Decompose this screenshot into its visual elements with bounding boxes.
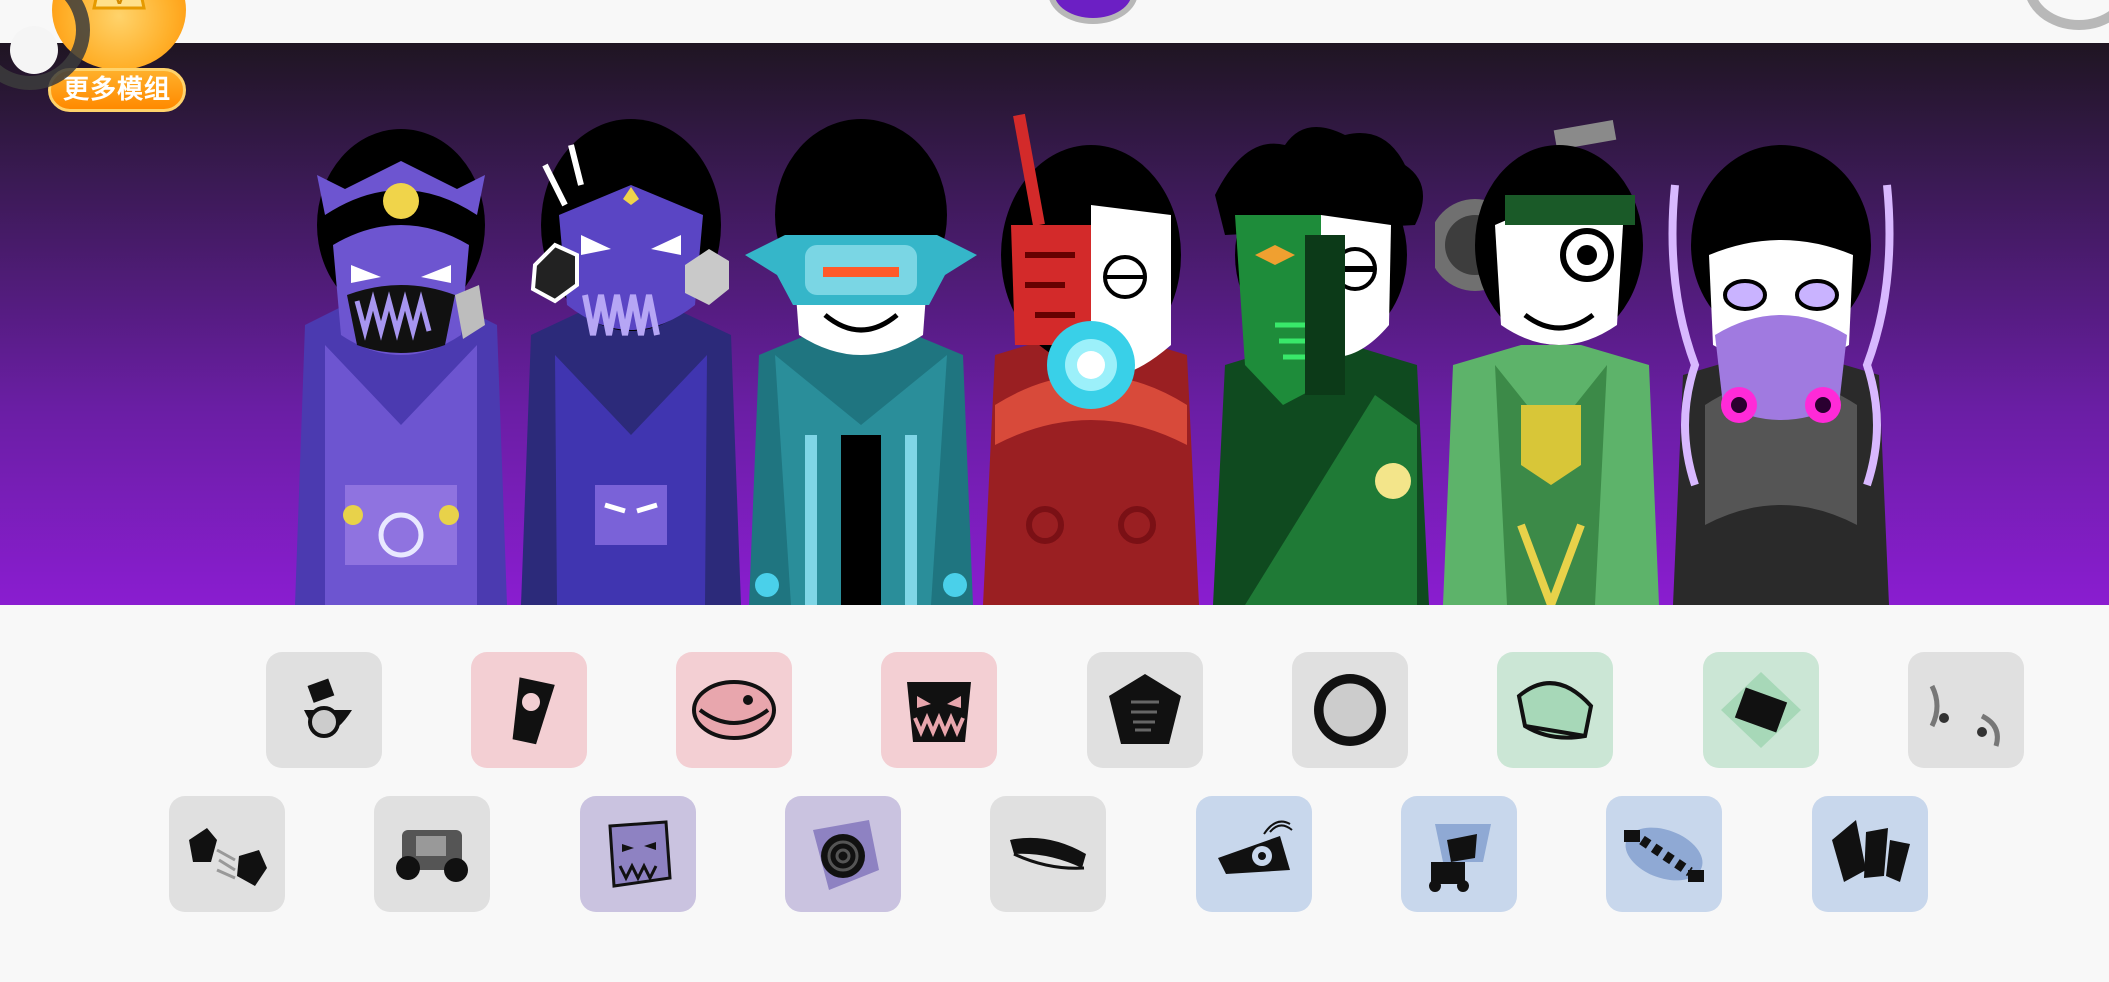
- play-knob[interactable]: [1048, 0, 1138, 24]
- fx-sun-icon[interactable]: [1292, 652, 1408, 768]
- beats-cup-icon[interactable]: [471, 652, 587, 768]
- voice-eye-icon[interactable]: [1196, 796, 1312, 912]
- gray-ghost-singer[interactable]: [1665, 105, 1897, 605]
- green-mask-singer[interactable]: [1205, 105, 1437, 605]
- voice-spiral-icon[interactable]: [785, 796, 901, 912]
- beats-ring-icon[interactable]: [266, 652, 382, 768]
- melody-leaf-icon[interactable]: [1497, 652, 1613, 768]
- melody-swirl-icon[interactable]: [1908, 652, 2024, 768]
- svg-text:V: V: [114, 0, 125, 8]
- green-gear-singer[interactable]: [1435, 105, 1667, 605]
- voice-chain-icon[interactable]: [1606, 796, 1722, 912]
- toggle-knob[interactable]: [10, 26, 58, 74]
- menu-ring[interactable]: [2024, 0, 2109, 30]
- effects-machine-icon[interactable]: [374, 796, 490, 912]
- top-bar: [0, 0, 2109, 43]
- voice-mustache-icon[interactable]: [990, 796, 1106, 912]
- fx-pentagon-icon[interactable]: [1087, 652, 1203, 768]
- voice-skull-icon[interactable]: [580, 796, 696, 912]
- violet-demon-mask-singer[interactable]: [515, 105, 747, 605]
- beats-teeth-icon[interactable]: [881, 652, 997, 768]
- voice-periscope-icon[interactable]: [1401, 796, 1517, 912]
- effects-hexes-icon[interactable]: [169, 796, 285, 912]
- beats-oval-icon[interactable]: [676, 652, 792, 768]
- character-stage: [0, 43, 2109, 605]
- voice-shards-icon[interactable]: [1812, 796, 1928, 912]
- melody-diamond-icon[interactable]: [1703, 652, 1819, 768]
- sound-tray: [0, 605, 2109, 982]
- red-cyber-singer[interactable]: [975, 105, 1207, 605]
- purple-skull-cap-singer[interactable]: [285, 105, 517, 605]
- teal-visor-singer[interactable]: [745, 105, 977, 605]
